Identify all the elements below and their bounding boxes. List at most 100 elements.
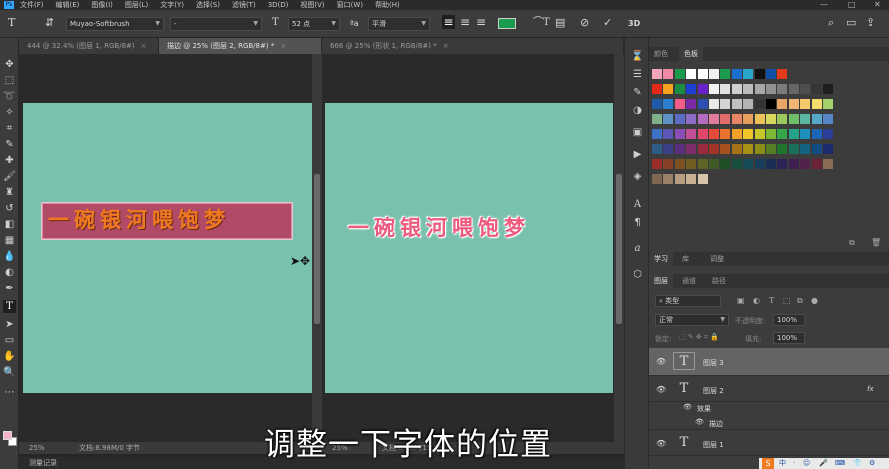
color-swatch[interactable]: [720, 99, 731, 109]
history-brush-tool-icon[interactable]: ↺: [3, 202, 16, 215]
eyedropper-tool-icon[interactable]: ✎: [3, 138, 16, 151]
color-swatch[interactable]: [720, 159, 731, 169]
color-swatch[interactable]: [743, 84, 754, 94]
color-swatch[interactable]: [788, 114, 799, 124]
canvas-text-layer[interactable]: 一碗银河喂饱梦: [48, 204, 230, 234]
3d-panel-icon[interactable]: ⬡: [631, 268, 644, 281]
color-swatch[interactable]: [777, 99, 788, 109]
blur-tool-icon[interactable]: 💧: [3, 250, 16, 263]
hand-tool-icon[interactable]: ✋: [3, 350, 16, 363]
color-swatch[interactable]: [652, 99, 662, 109]
color-swatch[interactable]: [766, 129, 776, 139]
visibility-eye-icon[interactable]: 👁: [656, 385, 666, 394]
color-swatch[interactable]: [777, 69, 788, 79]
color-swatch[interactable]: [800, 99, 811, 109]
color-swatch[interactable]: [766, 69, 776, 79]
close-tab-icon[interactable]: ×: [443, 42, 449, 50]
color-swatch[interactable]: [663, 129, 674, 139]
scrollbar-thumb[interactable]: [314, 174, 320, 324]
color-swatch[interactable]: [674, 99, 685, 109]
color-swatch[interactable]: [766, 159, 776, 169]
brush-tool-icon[interactable]: 🖌: [3, 170, 16, 183]
color-swatch[interactable]: [823, 84, 833, 94]
crop-tool-icon[interactable]: ⌗: [3, 122, 16, 135]
color-swatch[interactable]: [743, 99, 754, 109]
warp-text-icon[interactable]: ⌒T: [533, 16, 550, 30]
color-swatch[interactable]: [686, 129, 697, 139]
color-swatch[interactable]: [652, 144, 662, 154]
visibility-eye-icon[interactable]: 👁: [656, 357, 666, 366]
color-swatch[interactable]: [697, 129, 708, 139]
color-swatch[interactable]: [686, 114, 697, 124]
color-swatch[interactable]: [697, 144, 708, 154]
adjustments-panel-icon[interactable]: ◑: [631, 104, 644, 117]
color-swatch[interactable]: [697, 174, 708, 184]
align-left-icon[interactable]: ≡: [442, 15, 455, 29]
menu-edit[interactable]: 编辑(E): [56, 0, 80, 10]
filter-smart-icon[interactable]: ⧉: [797, 296, 803, 306]
color-swatch[interactable]: [788, 129, 799, 139]
color-swatch[interactable]: [754, 129, 765, 139]
color-swatch[interactable]: [731, 69, 742, 79]
menu-select[interactable]: 选择(S): [196, 0, 220, 10]
menu-3d[interactable]: 3D(D): [268, 1, 289, 9]
color-swatch[interactable]: [686, 159, 697, 169]
ime-emoji-icon[interactable]: ☺: [803, 458, 810, 469]
color-swatch[interactable]: [709, 84, 719, 94]
right-canvas[interactable]: [325, 103, 613, 393]
menu-help[interactable]: 帮助(H): [375, 0, 400, 10]
color-swatch[interactable]: [663, 84, 674, 94]
search-icon[interactable]: ⌕: [828, 16, 834, 30]
color-swatch[interactable]: [674, 114, 685, 124]
menu-filter[interactable]: 滤镜(T): [232, 0, 256, 10]
filter-pixel-icon[interactable]: ▣: [737, 296, 745, 305]
color-swatch[interactable]: [731, 84, 742, 94]
lock-icons[interactable]: ⬚ ✎ ✥ ⌗ 🔒: [679, 333, 719, 342]
stroke-effect-row[interactable]: 👁 描边: [649, 416, 889, 430]
path-selection-tool-icon[interactable]: ➤: [3, 318, 16, 331]
canvas-text-layer[interactable]: 一碗银河喂饱梦: [348, 212, 530, 242]
sogou-logo-icon[interactable]: S: [762, 458, 774, 469]
shape-tool-icon[interactable]: ▭: [3, 334, 16, 347]
effects-row[interactable]: 👁 效果: [649, 402, 889, 414]
visibility-eye-icon[interactable]: 👁: [683, 403, 692, 411]
gradient-tool-icon[interactable]: ▦: [3, 234, 16, 247]
font-size-select[interactable]: 52 点 ▼: [288, 17, 340, 31]
color-swatch[interactable]: [697, 159, 708, 169]
microphone-icon[interactable]: 🎤: [819, 458, 828, 469]
scrollbar-thumb[interactable]: [616, 174, 622, 324]
3d-button-icon[interactable]: 3D: [628, 17, 640, 31]
layer-row[interactable]: 👁 T 图层 3: [649, 348, 889, 376]
color-swatch[interactable]: [766, 99, 776, 109]
layer-row[interactable]: 👁 T 图层 2 fx: [649, 378, 889, 402]
color-swatch[interactable]: [823, 159, 833, 169]
color-swatch[interactable]: [800, 129, 811, 139]
eraser-tool-icon[interactable]: ◧: [3, 218, 16, 231]
color-swatch[interactable]: [720, 144, 731, 154]
fx-badge[interactable]: fx: [867, 385, 874, 393]
color-swatch[interactable]: [652, 69, 662, 79]
color-swatch[interactable]: [811, 129, 822, 139]
text-orientation-icon[interactable]: ⇵: [45, 16, 54, 30]
color-swatch[interactable]: [800, 144, 811, 154]
more-tools-icon[interactable]: ⋯: [3, 386, 16, 399]
color-swatch[interactable]: [754, 114, 765, 124]
color-swatch[interactable]: [731, 114, 742, 124]
color-swatch[interactable]: [686, 144, 697, 154]
layer-filter-select[interactable]: ⌕ 类型: [655, 295, 721, 307]
foreground-color-swatch[interactable]: [3, 431, 12, 440]
color-swatch[interactable]: [652, 174, 662, 184]
new-swatch-icon[interactable]: ⧉: [849, 238, 855, 248]
type-tool-preset-icon[interactable]: T: [8, 16, 15, 30]
minimize-button[interactable]: —: [820, 0, 828, 10]
color-swatch[interactable]: [697, 84, 708, 94]
color-swatch[interactable]: [823, 114, 833, 124]
color-swatch[interactable]: [652, 84, 662, 94]
ime-punct-icon[interactable]: ·: [793, 458, 795, 469]
color-swatch[interactable]: [754, 99, 765, 109]
color-swatch[interactable]: [709, 69, 719, 79]
color-swatch[interactable]: [743, 144, 754, 154]
color-swatch[interactable]: [674, 159, 685, 169]
tab-color[interactable]: 颜色: [649, 47, 673, 61]
color-swatch[interactable]: [743, 69, 754, 79]
